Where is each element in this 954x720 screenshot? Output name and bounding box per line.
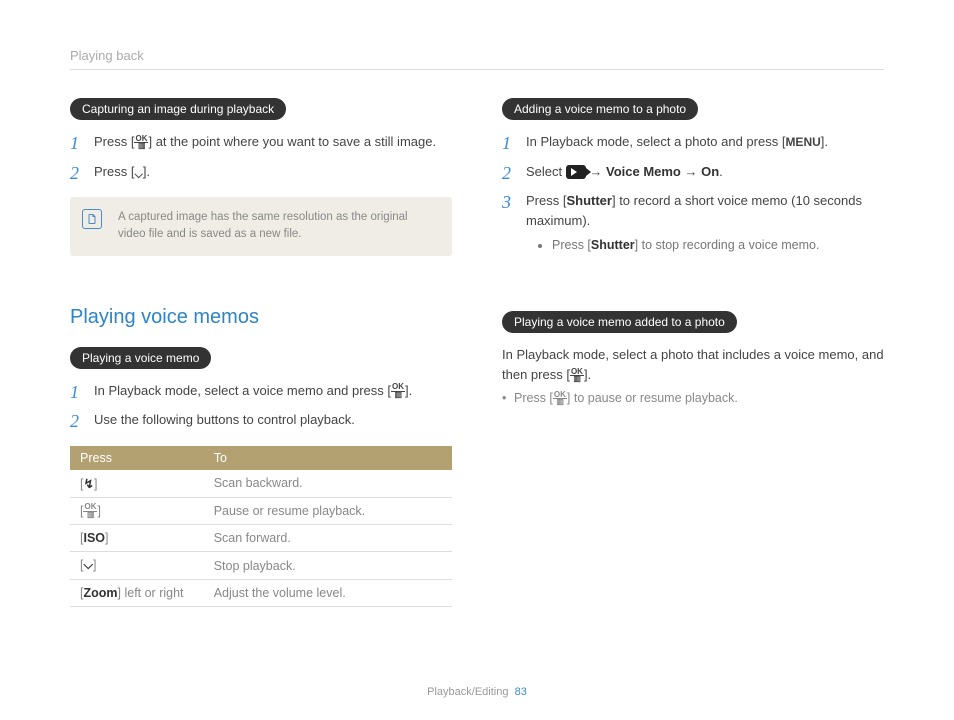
- text: ].: [405, 383, 412, 398]
- text: ] to stop recording a voice memo.: [635, 238, 820, 252]
- pill-playing-memo: Playing a voice memo: [70, 347, 211, 369]
- cell: Scan forward.: [204, 525, 452, 552]
- shutter-label: Shutter: [591, 238, 635, 252]
- table-row: [↯] Scan backward.: [70, 470, 452, 498]
- ok-icon: OK▥: [83, 504, 97, 518]
- voice-memo-label: Voice Memo: [606, 164, 681, 179]
- page-number: 83: [515, 686, 527, 698]
- table-row: [Zoom] left or right Adjust the volume l…: [70, 580, 452, 607]
- text: In Playback mode, select a photo and pre…: [526, 134, 785, 149]
- menu-label: MENU: [785, 135, 820, 149]
- text: Select: [526, 164, 566, 179]
- bracket: ]: [93, 558, 96, 572]
- shutter-label: Shutter: [566, 193, 612, 208]
- bracket: ]: [105, 531, 108, 545]
- left-column: Capturing an image during playback Press…: [70, 98, 452, 607]
- iso-label: ISO: [83, 531, 105, 545]
- add-step-3: Press [Shutter] to record a short voice …: [502, 191, 884, 255]
- th-to: To: [204, 446, 452, 470]
- pill-playing-photo-memo: Playing a voice memo added to a photo: [502, 311, 737, 333]
- ok-icon: OK▥: [553, 392, 567, 406]
- text: Press [: [94, 164, 134, 179]
- section-heading: Playing voice memos: [70, 306, 452, 329]
- cell: Stop playback.: [204, 552, 452, 580]
- arrow: →: [681, 164, 701, 179]
- right-column: Adding a voice memo to a photo In Playba…: [502, 98, 884, 607]
- add-step-2: Select → Voice Memo → On.: [502, 162, 884, 182]
- zoom-label: Zoom: [83, 586, 117, 600]
- add-step-1: In Playback mode, select a photo and pre…: [502, 132, 884, 152]
- vm-step-2: Use the following buttons to control pla…: [70, 410, 452, 430]
- text: Press [: [94, 134, 134, 149]
- cell: Pause or resume playback.: [204, 497, 452, 525]
- cap-step-1: Press [OK▥] at the point where you want …: [70, 132, 452, 152]
- text: Press [: [526, 193, 566, 208]
- sound-icon: [566, 165, 586, 179]
- down-icon: ⌵: [83, 558, 92, 572]
- table-row: [OK▥] Pause or resume playback.: [70, 497, 452, 525]
- text: ].: [143, 164, 150, 179]
- gray-bullet: Press [OK▥] to pause or resume playback.: [502, 391, 884, 406]
- down-icon: ⌵: [134, 170, 142, 181]
- text: ] left or right: [118, 586, 184, 600]
- note-box: A captured image has the same resolution…: [70, 197, 452, 256]
- steps-capturing: Press [OK▥] at the point where you want …: [70, 132, 452, 181]
- steps-playing-memo: In Playback mode, select a voice memo an…: [70, 381, 452, 430]
- table-row: [⌵] Stop playback.: [70, 552, 452, 580]
- text: Press [: [552, 238, 591, 252]
- text: Press [: [514, 391, 553, 405]
- pill-capturing: Capturing an image during playback: [70, 98, 286, 120]
- text: ].: [584, 367, 591, 382]
- note-text: A captured image has the same resolution…: [118, 211, 408, 240]
- controls-table: Press To [↯] Scan backward. [OK▥] Pause …: [70, 446, 452, 608]
- text: In Playback mode, select a voice memo an…: [94, 383, 391, 398]
- text: ] to pause or resume playback.: [567, 391, 738, 405]
- paragraph: In Playback mode, select a photo that in…: [502, 345, 884, 385]
- text: .: [719, 164, 723, 179]
- bracket: ]: [94, 477, 97, 491]
- substeps: Press [Shutter] to stop recording a voic…: [526, 236, 884, 255]
- ok-icon: OK▥: [134, 136, 148, 150]
- on-label: On: [701, 164, 719, 179]
- cell: Scan backward.: [204, 470, 452, 498]
- text: ] at the point where you want to save a …: [148, 134, 436, 149]
- sub-item: Press [Shutter] to stop recording a voic…: [552, 236, 884, 255]
- ok-icon: OK▥: [570, 369, 584, 383]
- steps-adding-memo: In Playback mode, select a photo and pre…: [502, 132, 884, 255]
- cap-step-2: Press [⌵].: [70, 162, 452, 182]
- footer-section: Playback/Editing: [427, 686, 508, 698]
- flash-icon: ↯: [83, 477, 93, 491]
- cell: Adjust the volume level.: [204, 580, 452, 607]
- columns: Capturing an image during playback Press…: [70, 98, 884, 607]
- table-row: [ISO] Scan forward.: [70, 525, 452, 552]
- text: ].: [821, 134, 828, 149]
- vm-step-1: In Playback mode, select a voice memo an…: [70, 381, 452, 401]
- page-footer: Playback/Editing 83: [0, 686, 954, 698]
- pill-adding-memo: Adding a voice memo to a photo: [502, 98, 698, 120]
- page-header: Playing back: [70, 48, 884, 70]
- ok-icon: OK▥: [391, 384, 405, 398]
- text: Use the following buttons to control pla…: [94, 412, 355, 427]
- note-icon: [82, 209, 102, 229]
- th-press: Press: [70, 446, 204, 470]
- text: In Playback mode, select a photo that in…: [502, 347, 884, 382]
- bracket: ]: [97, 504, 100, 518]
